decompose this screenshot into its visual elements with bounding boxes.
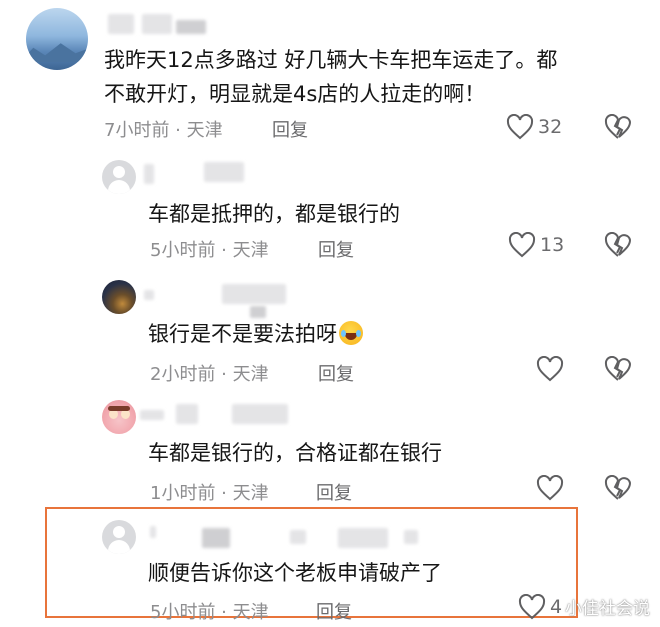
username-redacted[interactable] — [176, 404, 198, 424]
reply-button[interactable]: 回复 — [272, 116, 308, 142]
dislike-broken-heart-icon — [604, 475, 632, 500]
like-button[interactable]: 4 — [518, 594, 562, 620]
heart-icon — [536, 475, 564, 501]
username-redacted[interactable] — [150, 526, 156, 538]
comment-text: 银行是不是要法拍呀 — [148, 318, 363, 351]
like-button[interactable]: 32 — [506, 114, 562, 140]
reply-button[interactable]: 回复 — [316, 598, 352, 624]
username-redacted[interactable] — [142, 14, 172, 34]
username-redacted[interactable] — [232, 404, 288, 424]
comment-meta: 5小时前 · 天津 — [150, 240, 269, 261]
username-redacted[interactable] — [144, 164, 154, 184]
username-redacted[interactable] — [338, 528, 388, 548]
avatar[interactable] — [102, 280, 136, 314]
avatar[interactable] — [102, 160, 136, 194]
like-count: 32 — [538, 116, 563, 138]
comment-meta: 2小时前 · 天津 — [150, 364, 269, 385]
dislike-broken-heart-icon — [604, 356, 632, 381]
avatar[interactable] — [26, 8, 88, 70]
comment-text: 车都是抵押的，都是银行的 — [148, 202, 400, 226]
username-redacted[interactable] — [108, 14, 134, 34]
reply-button[interactable]: 回复 — [316, 479, 352, 505]
laughing-tears-emoji — [339, 321, 363, 345]
username-redacted[interactable] — [204, 162, 244, 182]
username-redacted[interactable] — [144, 290, 154, 300]
dislike-button[interactable] — [604, 356, 632, 382]
avatar[interactable] — [102, 520, 136, 554]
reply-button[interactable]: 回复 — [318, 236, 354, 262]
dislike-button[interactable] — [604, 232, 632, 258]
comment-text: 不敢开灯，明显就是4s店的人拉走的啊！ — [104, 82, 486, 106]
comment-meta: 5小时前 · 天津 — [150, 602, 269, 623]
like-button[interactable] — [536, 356, 568, 382]
username-redacted[interactable] — [176, 20, 206, 34]
heart-icon — [506, 114, 534, 140]
comment-text: 我昨天12点多路过 好几辆大卡车把车运走了。都 — [104, 48, 558, 72]
like-button[interactable] — [536, 475, 568, 501]
like-count: 4 — [550, 596, 563, 618]
heart-icon — [508, 232, 536, 258]
dislike-broken-heart-icon — [604, 232, 632, 257]
avatar[interactable] — [102, 400, 136, 434]
username-redacted[interactable] — [202, 528, 230, 548]
heart-icon — [536, 356, 564, 382]
username-redacted[interactable] — [404, 530, 418, 544]
comment-text: 车都是银行的，合格证都在银行 — [148, 441, 442, 465]
reply-button[interactable]: 回复 — [318, 360, 354, 386]
dislike-button[interactable] — [604, 114, 632, 140]
comment-meta: 7小时前 · 天津 — [104, 120, 223, 141]
dislike-button[interactable] — [604, 475, 632, 501]
comment-text-content: 银行是不是要法拍呀 — [148, 322, 337, 346]
dislike-broken-heart-icon — [604, 114, 632, 139]
username-redacted[interactable] — [290, 530, 306, 544]
comment-meta: 1小时前 · 天津 — [150, 483, 269, 504]
heart-icon — [518, 594, 546, 620]
watermark: 小佳社会说 — [565, 599, 650, 619]
username-redacted[interactable] — [250, 306, 266, 318]
like-button[interactable]: 13 — [508, 232, 564, 258]
username-redacted[interactable] — [140, 410, 164, 420]
username-redacted[interactable] — [222, 284, 286, 304]
comment-text: 顺便告诉你这个老板申请破产了 — [148, 561, 442, 585]
like-count: 13 — [540, 234, 565, 256]
